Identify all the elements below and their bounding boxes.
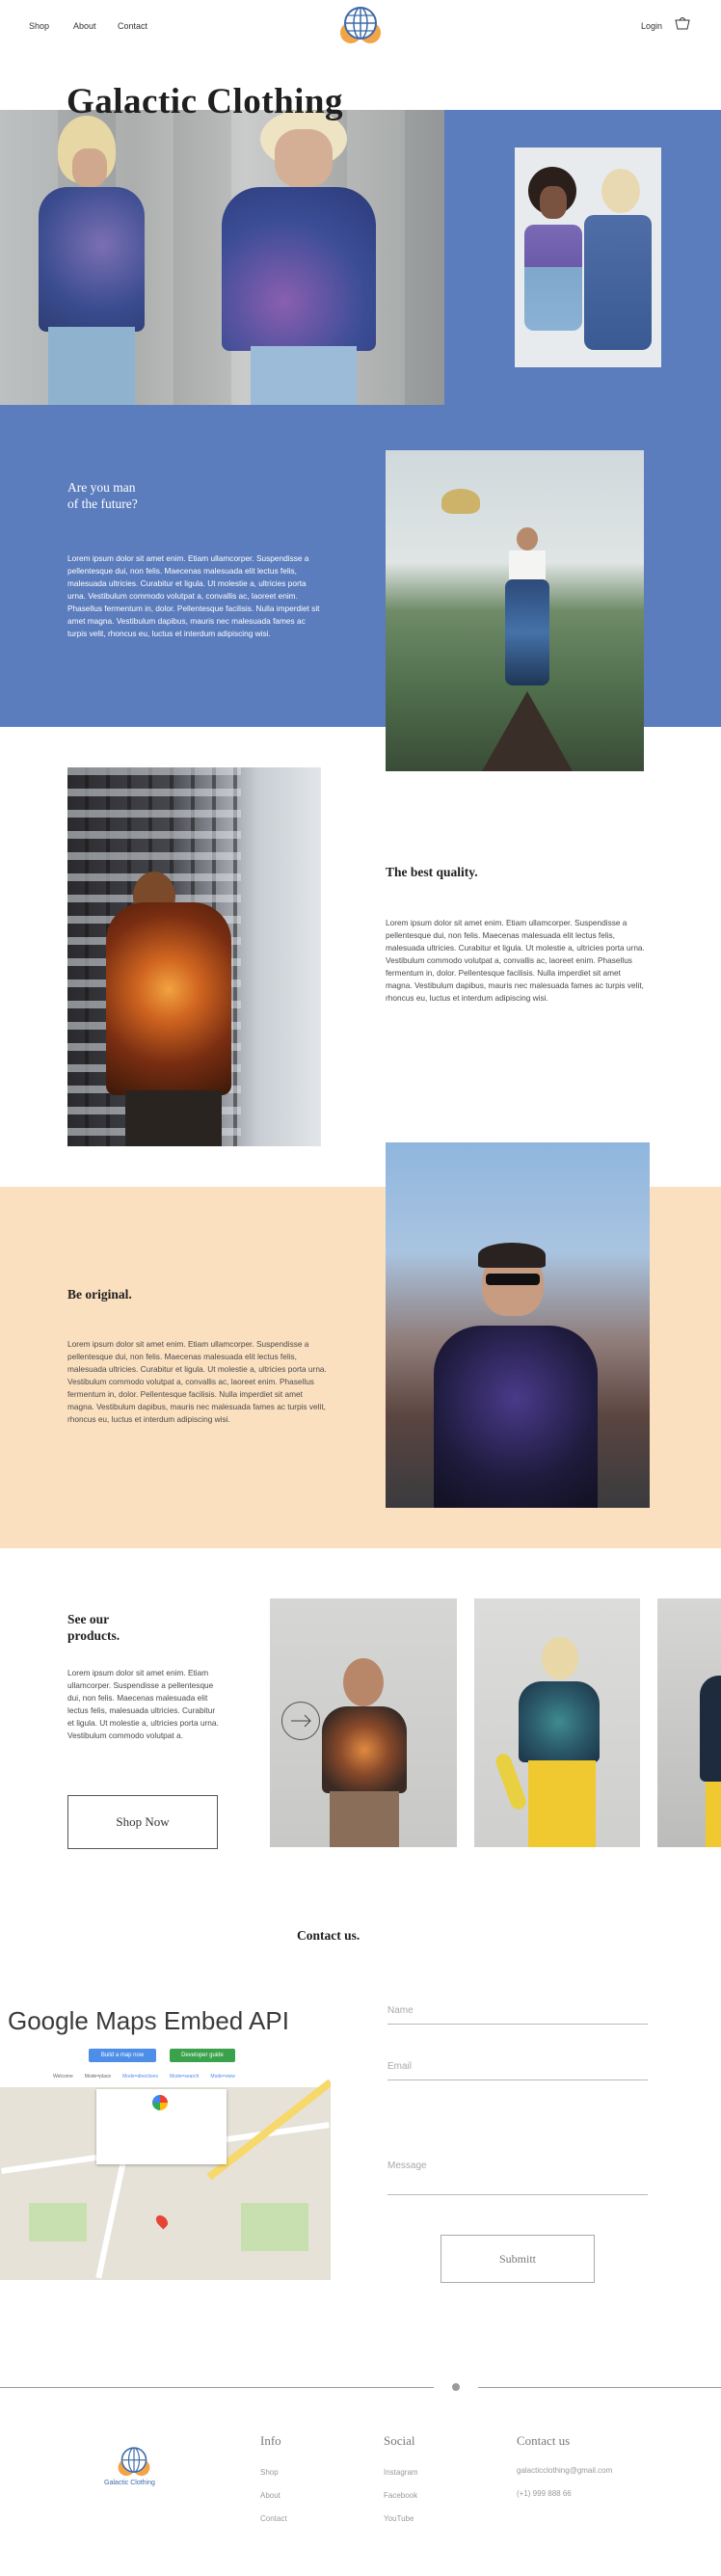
- original-heading: Be original.: [67, 1287, 132, 1301]
- map-tab[interactable]: Mode=place: [85, 2074, 111, 2085]
- footer-link-about[interactable]: About: [260, 2491, 280, 2500]
- footer-email[interactable]: galacticclothing@gmail.com: [517, 2466, 612, 2475]
- shop-now-label: Shop Now: [116, 1814, 170, 1829]
- product-card-3[interactable]: [657, 1598, 721, 1847]
- hero-title: Galactic Clothing: [67, 82, 344, 121]
- sunglasses-photo: [386, 1142, 650, 1508]
- footer-link-youtube[interactable]: YouTube: [384, 2514, 414, 2523]
- couple-photo: [515, 148, 661, 367]
- man-text: Lorem ipsum dolor sit amet enim. Etiam u…: [67, 553, 320, 638]
- map-tab[interactable]: Welcome: [53, 2074, 73, 2085]
- man-heading: Are you man of the future?: [67, 480, 138, 511]
- map-tab-bar: Welcome Mode=place Mode=directions Mode=…: [0, 2074, 331, 2085]
- login-link[interactable]: Login: [641, 21, 662, 31]
- quality-text: Lorem ipsum dolor sit amet enim. Etiam u…: [386, 918, 645, 1003]
- footer-link-instagram[interactable]: Instagram: [384, 2468, 418, 2477]
- map-guide-button[interactable]: Developer guide: [170, 2049, 235, 2062]
- message-field[interactable]: Message: [387, 2160, 648, 2195]
- nav-about[interactable]: About: [73, 21, 96, 31]
- submit-button[interactable]: Submitt: [441, 2235, 595, 2283]
- map-tiles: [0, 2079, 331, 2280]
- footer-info-title: Info: [260, 2433, 281, 2448]
- footer-link-contact[interactable]: Contact: [260, 2514, 287, 2523]
- map-embed[interactable]: Google Maps Embed API Build a map now De…: [0, 2004, 331, 2280]
- name-field[interactable]: Name: [387, 2005, 648, 2025]
- hoodie-photo: [67, 767, 321, 1146]
- footer-social-title: Social: [384, 2433, 415, 2448]
- footer-logo[interactable]: [115, 2445, 153, 2480]
- shop-now-button[interactable]: Shop Now: [67, 1795, 218, 1849]
- map-tab[interactable]: Mode=view: [210, 2074, 234, 2085]
- product-card-2[interactable]: [474, 1598, 640, 1847]
- carousel-arrow-button[interactable]: [281, 1702, 320, 1740]
- email-field[interactable]: Email: [387, 2061, 648, 2080]
- nav-shop[interactable]: Shop: [29, 21, 49, 31]
- footer-divider-right: [478, 2387, 721, 2388]
- map-tab[interactable]: Mode=directions: [122, 2074, 158, 2085]
- hero-photo: [0, 110, 444, 405]
- original-text: Lorem ipsum dolor sit amet enim. Etiam u…: [67, 1339, 327, 1424]
- footer-link-facebook[interactable]: Facebook: [384, 2491, 417, 2500]
- logo[interactable]: [336, 4, 385, 48]
- nav-contact[interactable]: Contact: [118, 21, 147, 31]
- footer-divider-left: [0, 2387, 434, 2388]
- arrow-right-icon: [291, 1714, 311, 1728]
- map-pin-icon: [153, 2213, 171, 2230]
- submit-label: Submitt: [498, 2251, 536, 2266]
- map-build-button[interactable]: Build a map now: [89, 2049, 156, 2062]
- footer-divider-dot: [452, 2383, 460, 2391]
- quality-heading: The best quality.: [386, 865, 478, 879]
- footer-contact-title: Contact us: [517, 2433, 571, 2448]
- footer-brand: Galactic Clothing: [104, 2480, 155, 2486]
- map-title: Google Maps Embed API: [8, 2006, 289, 2035]
- footer-link-shop[interactable]: Shop: [260, 2468, 279, 2477]
- woman-boat-photo: [386, 450, 644, 771]
- products-text: Lorem ipsum dolor sit amet enim. Etiam u…: [67, 1668, 219, 1740]
- products-heading: See our products.: [67, 1612, 120, 1643]
- basket-icon[interactable]: [675, 15, 690, 31]
- footer-phone: (+1) 999 888 66: [517, 2489, 572, 2498]
- contact-heading: Contact us.: [297, 1928, 360, 1943]
- map-tab[interactable]: Mode=search: [170, 2074, 199, 2085]
